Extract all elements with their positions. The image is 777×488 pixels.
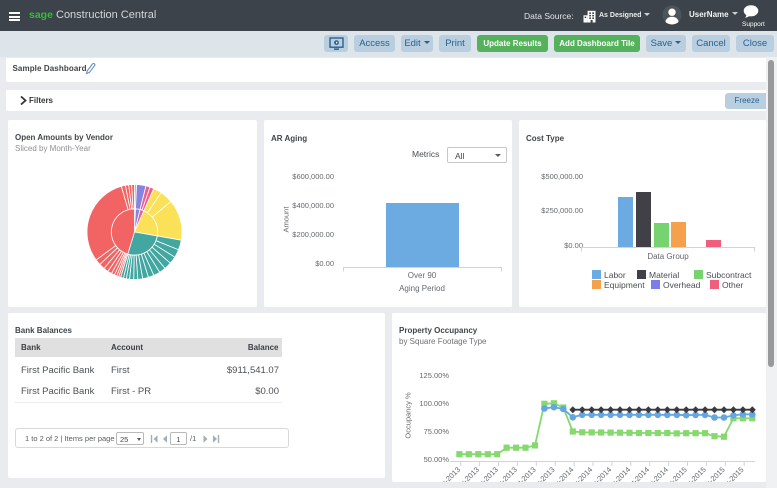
svg-text:Feb-2013: Feb-2013 bbox=[433, 465, 462, 482]
